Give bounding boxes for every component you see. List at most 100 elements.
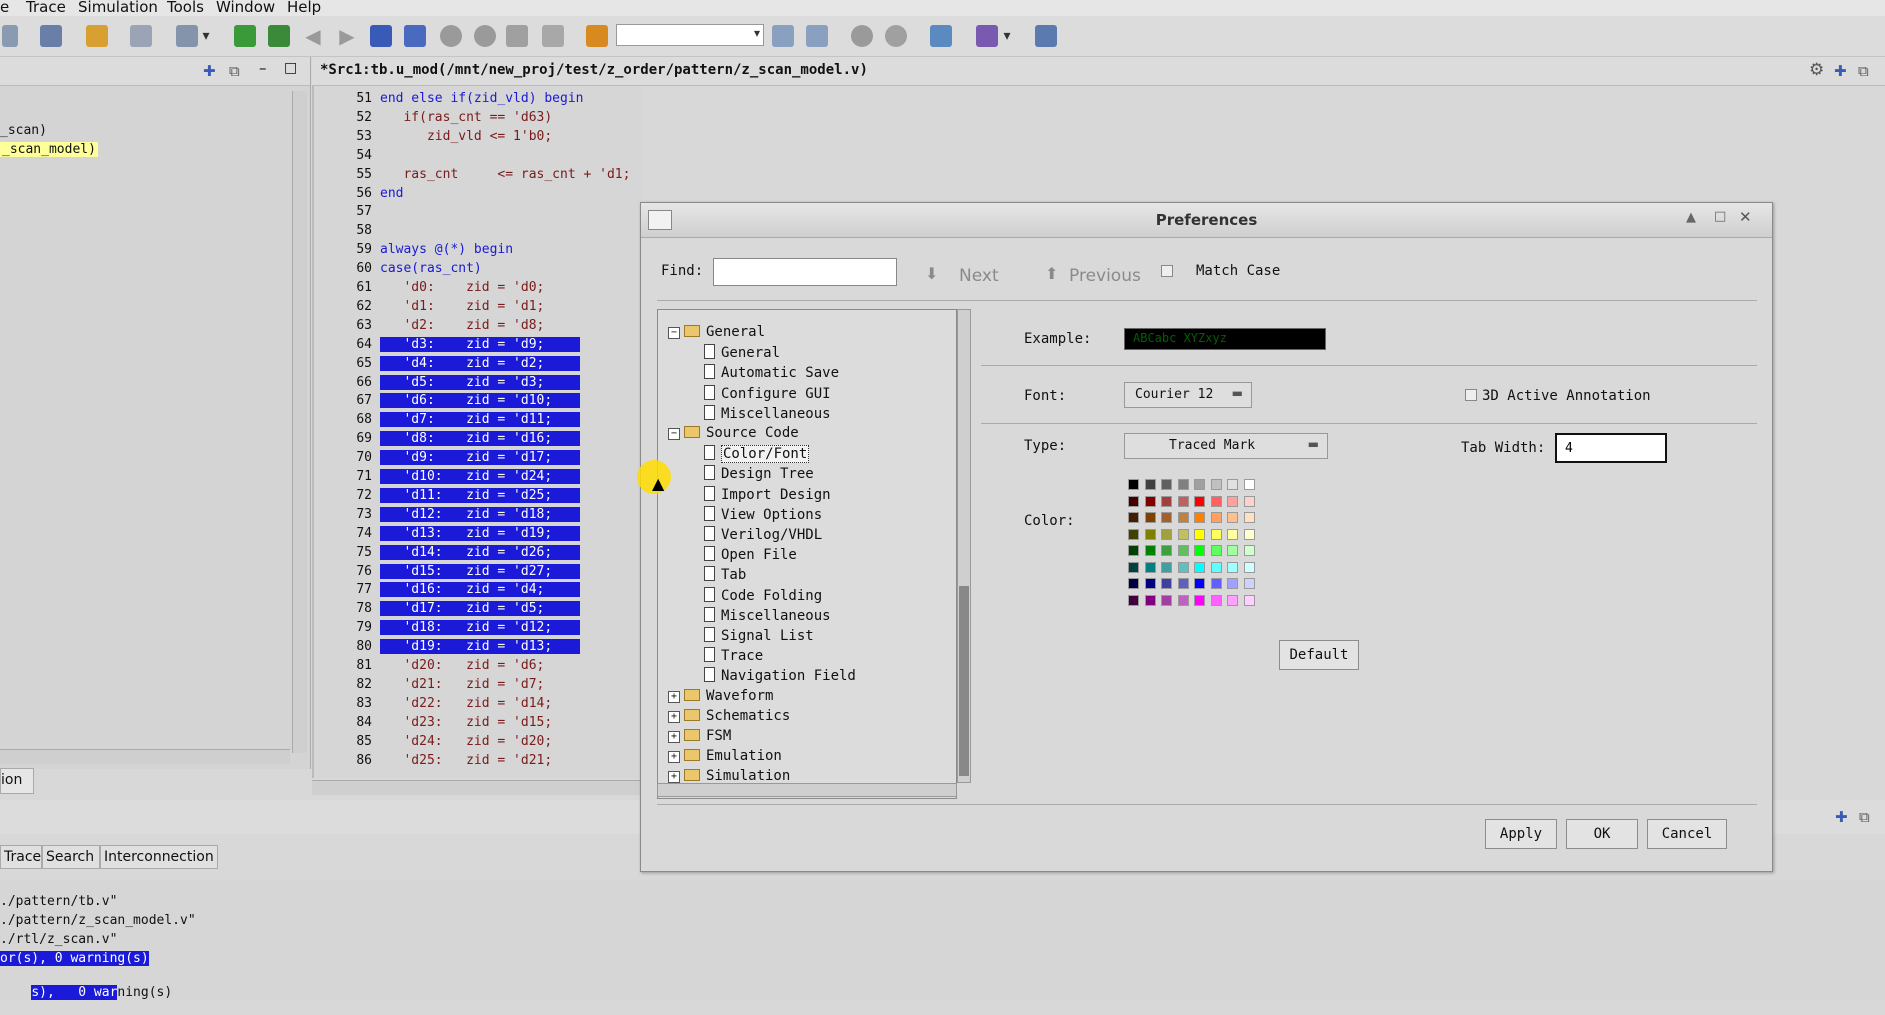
tree-item[interactable]: Open File [704,546,797,563]
tree-item[interactable]: Code Folding [704,586,822,604]
edit-icon[interactable] [130,25,152,47]
hierarchy-item[interactable]: _scan) [0,123,47,138]
color-swatch[interactable] [1210,561,1222,573]
color-swatch[interactable] [1243,479,1255,490]
expand-icon[interactable]: + [668,710,680,723]
pin-icon[interactable]: ✚ [1834,62,1847,80]
tree-item[interactable]: Import Design [704,485,831,503]
color-swatch[interactable] [1177,512,1189,523]
tab-search[interactable]: Search [42,845,100,869]
color-swatch[interactable] [1210,578,1222,589]
color-swatch[interactable] [1161,528,1172,540]
color-swatch[interactable] [1194,495,1205,507]
color-swatch[interactable] [1210,479,1222,490]
tree-item[interactable]: Automatic Save [704,364,839,381]
code-editor[interactable]: 51 end else if(zid_vld) begin 52 if(ras_cn… [312,86,642,795]
color-swatch[interactable] [1243,512,1255,523]
back-arrow-icon[interactable]: ◀ [302,25,324,47]
color-swatch[interactable] [1177,578,1189,589]
trace-icon[interactable] [506,25,528,47]
color-swatch[interactable] [1177,561,1189,573]
color-swatch[interactable] [1128,578,1139,589]
tab-width-input[interactable] [1555,433,1667,463]
close-icon[interactable]: ✕ [1739,208,1752,226]
tree-item[interactable]: Miscellaneous [704,606,831,624]
color-swatch[interactable] [1177,594,1189,606]
undock-icon[interactable]: ⧉ [1858,62,1869,80]
color-swatch[interactable] [1227,479,1238,490]
tree-group[interactable]: + Waveform [668,688,773,704]
tree-item[interactable]: Navigation Field [704,667,856,684]
shade-icon[interactable]: ▲ [1686,210,1696,225]
color-swatch[interactable] [1227,512,1238,523]
color-swatch[interactable] [1194,561,1205,573]
expand-icon[interactable]: + [668,690,680,703]
tab-hierarchy[interactable]: ion [0,768,34,794]
color-swatch[interactable] [1161,578,1172,589]
color-swatch[interactable] [1128,594,1139,606]
color-swatch[interactable] [1161,594,1172,606]
tree-scroll-thumb[interactable] [959,586,969,776]
color-swatch[interactable] [1194,528,1205,540]
color-swatch[interactable] [1128,528,1139,540]
color-swatch[interactable] [1144,594,1156,606]
color-swatch[interactable] [1177,528,1189,540]
tree-group[interactable]: − Source Code [668,425,799,441]
match-case-checkbox[interactable] [1161,265,1173,277]
color-swatch[interactable] [1161,495,1172,507]
color-swatch[interactable] [1194,578,1205,589]
stop-icon[interactable] [851,25,873,47]
expand-icon[interactable]: + [668,751,680,764]
collapse-icon[interactable]: − [668,428,680,440]
color-swatch[interactable] [1177,545,1189,556]
color-swatch[interactable] [1177,495,1189,507]
color-swatch[interactable] [1227,578,1238,589]
color-palette[interactable] [1128,479,1268,609]
chevron-down-icon[interactable]: ▾ [1001,25,1013,47]
export-icon[interactable] [1035,25,1057,47]
color-swatch[interactable] [1128,561,1139,573]
ok-button[interactable]: OK [1566,819,1638,849]
menu-item-help[interactable]: Help [287,0,321,16]
color-swatch[interactable] [1144,578,1156,589]
tree-group[interactable]: + FSM [668,728,731,744]
tree-group[interactable]: + Simulation [668,768,790,784]
tree-item[interactable]: Verilog/VHDL [704,526,822,543]
tree-group[interactable]: − General [668,324,765,340]
tab-trace[interactable]: Trace [0,845,42,869]
tree-item[interactable]: Trace [704,647,763,664]
maximize-icon[interactable]: □ [1714,209,1726,224]
color-swatch[interactable] [1227,594,1238,606]
color-swatch[interactable] [1144,512,1156,523]
menu-item-tools[interactable]: Tools [167,0,204,16]
pin-icon[interactable]: ✚ [203,62,216,80]
settings-icon[interactable]: ⚙ [1809,60,1824,80]
forward-arrow-icon[interactable]: ▶ [336,25,358,47]
previous-button[interactable]: Previous [1069,266,1141,286]
search-forward-icon[interactable] [772,25,794,47]
driver-icon[interactable] [370,25,392,47]
minimize-icon[interactable]: – [259,59,267,77]
color-swatch[interactable] [1194,512,1205,523]
color-swatch[interactable] [1210,594,1222,606]
tree-item[interactable]: Tab [704,566,746,583]
color-swatch[interactable] [1227,561,1238,573]
color-swatch[interactable] [1243,545,1255,556]
color-swatch[interactable] [1144,528,1156,540]
load-design-icon[interactable] [234,25,256,47]
color-swatch[interactable] [1144,495,1156,507]
color-swatch[interactable] [1210,545,1222,556]
color-swatch[interactable] [1210,528,1222,540]
expand-icon[interactable]: + [668,731,680,743]
color-swatch[interactable] [1227,545,1238,556]
chevron-down-icon[interactable]: ▾ [200,25,212,47]
font-select[interactable]: Courier 12 ▬ [1124,382,1252,408]
color-swatch[interactable] [1194,479,1205,490]
tab-interconnection[interactable]: Interconnection [100,845,218,869]
color-swatch[interactable] [1128,545,1139,556]
tree-group[interactable]: + Schematics [668,708,790,724]
active-annotation-checkbox[interactable] [1465,389,1477,401]
copy-icon[interactable] [542,25,564,47]
vertical-scrollbar[interactable] [292,91,307,753]
color-swatch[interactable] [1243,561,1255,573]
